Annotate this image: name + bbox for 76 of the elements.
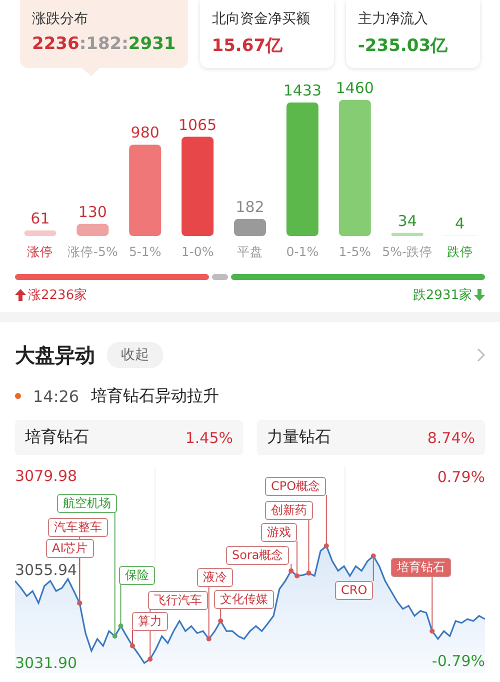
- fall-count: 跌2931家: [412, 287, 472, 304]
- axis-label: 3031.90: [15, 654, 78, 672]
- bar-category: 涨停: [27, 244, 54, 259]
- bar-value: 34: [398, 212, 417, 230]
- up-arrow-icon: [15, 289, 26, 301]
- bar-value: 130: [78, 202, 107, 221]
- leader-line: [206, 586, 212, 642]
- card-value: 15.67亿: [212, 35, 284, 57]
- bar-category: 跌停: [446, 244, 473, 259]
- card-title: 主力净流入: [358, 10, 429, 28]
- axis-label: 0.79%: [437, 468, 485, 486]
- bar-category: 平盘: [237, 244, 263, 259]
- bar-category: 0-1%: [286, 244, 319, 259]
- leader-line: [77, 556, 82, 606]
- section-title: 大盘异动: [15, 342, 95, 368]
- bullet-icon: [15, 393, 21, 399]
- sector-tag[interactable]: 保险: [119, 566, 155, 585]
- card-value: 2236:182:2931: [32, 34, 176, 54]
- bar-category: 1-0%: [181, 244, 214, 259]
- sector-tag[interactable]: CRO: [335, 581, 374, 600]
- card-title: 北向资金净买额: [212, 10, 311, 28]
- leader-line: [430, 576, 435, 634]
- event-time: 14:26: [33, 386, 80, 406]
- flat-share-bar: [212, 274, 228, 280]
- leader-line: [218, 608, 224, 624]
- bar: [391, 232, 424, 236]
- summary-card[interactable]: 主力净流入 -235.03亿: [346, 0, 480, 68]
- bar-category: 涨停-5%: [68, 244, 118, 259]
- axis-label: 3055.94: [15, 560, 78, 578]
- axis-label: -0.79%: [432, 652, 485, 670]
- down-arrow-icon: [474, 289, 485, 301]
- sector-tag[interactable]: 飞行汽车: [148, 591, 208, 610]
- sector-tag[interactable]: Sora概念: [226, 546, 290, 565]
- stock-chip[interactable]: 力量钻石 8.74%: [257, 420, 485, 455]
- bar-value: 61: [30, 209, 50, 228]
- leader-line: [130, 630, 135, 648]
- sector-tag[interactable]: AI芯片: [46, 539, 94, 558]
- bar-category: 5-1%: [128, 244, 162, 259]
- card-title: 涨跌分布: [32, 10, 89, 28]
- leader-line: [306, 518, 312, 576]
- sector-tag[interactable]: 航空机场: [57, 494, 117, 513]
- bar-category: 5%-跌停: [382, 244, 432, 259]
- bar-value: 1065: [178, 116, 217, 134]
- sector-tag[interactable]: 创新药: [265, 501, 313, 520]
- rise-count: 涨2236家: [28, 287, 88, 304]
- sector-tag[interactable]: 汽车整车: [48, 518, 108, 537]
- stock-change: 1.45%: [185, 428, 233, 446]
- bar-value: 980: [130, 124, 160, 142]
- summary-card[interactable]: 北向资金净买额 15.67亿: [200, 0, 334, 68]
- sector-tag[interactable]: 游戏: [261, 523, 297, 542]
- sector-tag[interactable]: 培育钻石: [391, 558, 451, 577]
- bar: [76, 224, 109, 236]
- sector-tag[interactable]: 算力: [132, 612, 168, 631]
- axis-label: 3079.98: [15, 467, 78, 485]
- collapse-button[interactable]: 收起: [107, 342, 163, 368]
- leader-line: [324, 494, 329, 548]
- bar: [24, 230, 56, 236]
- stock-name: 培育钻石: [25, 427, 89, 448]
- sector-tag[interactable]: 文化传媒: [214, 590, 274, 609]
- stock-chip[interactable]: 培育钻石 1.45%: [15, 420, 243, 455]
- bar-value: 1460: [336, 79, 374, 97]
- summary-card[interactable]: 涨跌分布 2236:182:2931: [20, 0, 188, 68]
- bar-value: 4: [455, 214, 465, 233]
- bar-value: 182: [236, 198, 264, 216]
- bar: [234, 219, 266, 236]
- bar-value: 1433: [283, 82, 322, 100]
- sector-tag[interactable]: CPO概念: [265, 477, 326, 496]
- chevron-right-icon[interactable]: [477, 348, 485, 362]
- event-text: 培育钻石异动拉升: [91, 386, 220, 406]
- sector-tag[interactable]: 液冷: [197, 568, 233, 587]
- bar-category: 1-5%: [338, 244, 372, 259]
- card-pointer: [82, 68, 100, 76]
- stock-name: 力量钻石: [267, 427, 331, 448]
- leader-line: [370, 554, 376, 582]
- card-value: -235.03亿: [358, 35, 449, 57]
- stock-change: 8.74%: [427, 428, 475, 446]
